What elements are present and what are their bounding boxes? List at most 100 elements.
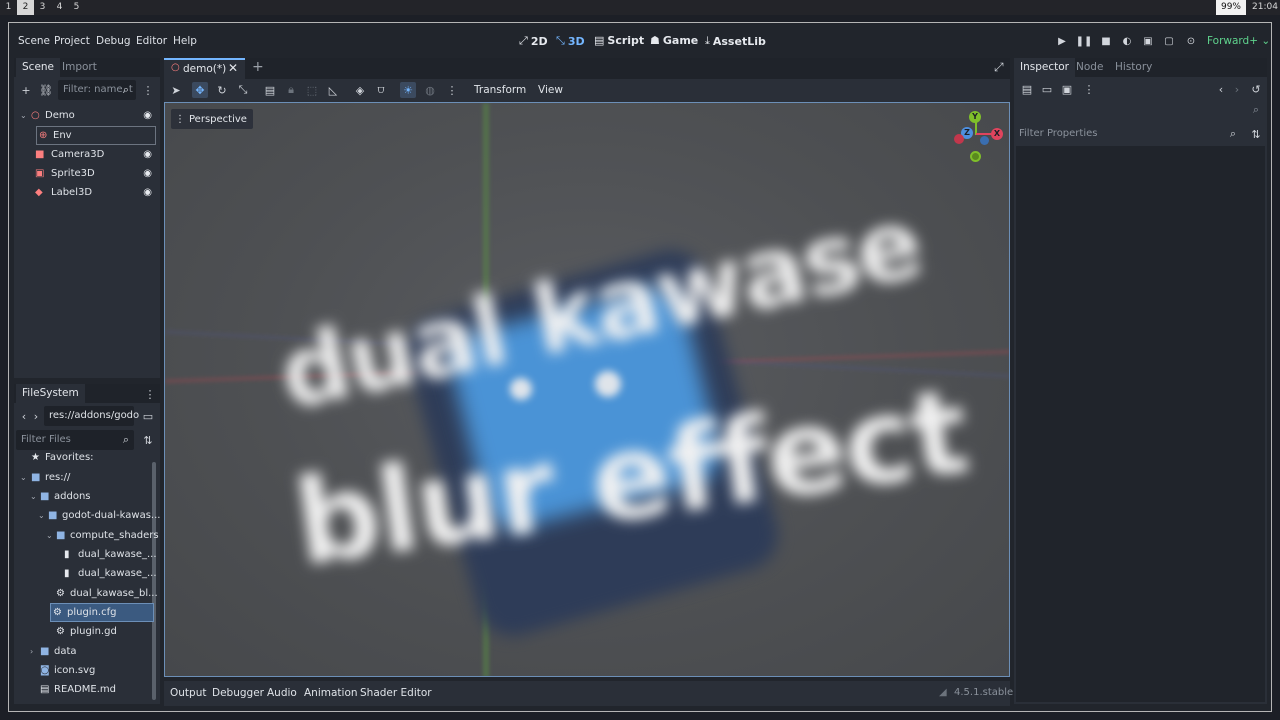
movie-maker-icon[interactable]: ⊙ [1184,34,1198,48]
fs-item-dual-kawase-blur[interactable]: ⚙ dual_kawase_bl... [18,584,158,603]
tab-output[interactable]: Output [170,687,206,699]
sort-icon[interactable]: ⇅ [140,432,156,448]
history-back-icon[interactable]: ‹ [1213,81,1229,97]
workspace-3d-button[interactable]: ⤡ 3D [556,34,585,48]
scene-node-sprite3d[interactable]: ▣ Sprite3D ◉ [18,164,156,183]
tab-animation[interactable]: Animation [304,687,358,699]
fs-item-readme[interactable]: ▤ README.md [18,680,156,699]
new-resource-icon[interactable]: ▤ [1019,81,1035,97]
scene-tab-demo[interactable]: ○ demo(*) ✕ [164,58,245,79]
workspace-3[interactable]: 3 [34,0,51,15]
remote-debug-icon[interactable]: ◐ [1120,34,1134,48]
instance-scene-icon[interactable]: ⛓ [38,82,54,98]
add-scene-tab-icon[interactable]: + [252,59,264,75]
fs-item-compute-shaders[interactable]: ⌄ ■ compute_shaders [18,526,159,545]
inspector-sort-icon[interactable]: ⇅ [1248,126,1264,142]
distraction-free-icon[interactable]: ⤢ [994,60,1004,75]
menu-project[interactable]: Project [54,35,90,47]
stop-icon[interactable]: ■ [1099,34,1113,48]
inspector-filter-input[interactable]: Filter Properties [1014,124,1243,144]
tab-debugger[interactable]: Debugger [212,687,264,699]
move-tool-icon[interactable]: ✥ [192,82,208,98]
fs-item-plugin-cfg[interactable]: ⚙ plugin.cfg [50,603,154,622]
history-forward-icon[interactable]: › [1229,81,1245,97]
fs-item-addons[interactable]: ⌄ ■ addons [18,487,156,506]
visibility-eye-icon[interactable]: ◉ [143,187,152,198]
workspace-5[interactable]: 5 [68,0,85,15]
load-resource-icon[interactable]: ▭ [1039,81,1055,97]
menu-scene[interactable]: Scene [18,35,50,47]
fs-item-data[interactable]: › ■ data [18,642,156,661]
workspace-4[interactable]: 4 [51,0,68,15]
workspace-script-button[interactable]: ▤ Script [594,34,644,47]
filesystem-filter-input[interactable]: Filter Files [16,430,134,450]
lock-icon[interactable]: 🔒︎ [283,82,299,98]
fs-item-favorites[interactable]: ★ Favorites: [18,448,156,467]
play-icon[interactable]: ▶ [1055,34,1069,48]
tab-filesystem[interactable]: FileSystem [16,384,85,403]
tab-audio[interactable]: Audio [267,687,297,699]
tab-node[interactable]: Node [1070,58,1109,77]
menu-editor[interactable]: Editor [136,35,167,47]
fs-item-godot-dual-kawase[interactable]: ⌄ ■ godot-dual-kawas... [18,506,160,525]
workspace-2[interactable]: 2 [17,0,34,15]
pause-icon[interactable]: ❚❚ [1076,34,1093,48]
forward-arrow-icon[interactable]: › [28,408,44,424]
workspace-2d-button[interactable]: ⤢ 2D [519,34,548,48]
select-tool-icon[interactable]: ➤ [168,82,184,98]
scene-menu-icon[interactable]: ⋮ [140,82,156,98]
scene-node-demo[interactable]: ⌄ ○ Demo ◉ [18,106,156,125]
view-menu[interactable]: View [538,84,563,96]
gizmo-neg-x-handle[interactable] [954,134,964,144]
menu-debug[interactable]: Debug [96,35,131,47]
toggle-split-icon[interactable]: ▭ [140,408,156,424]
3d-viewport[interactable]: dual kawase blur effect ⋮ Perspective Y … [164,102,1010,677]
tab-history[interactable]: History [1109,58,1158,77]
scene-node-env[interactable]: ⊕ Env [36,126,156,145]
fs-item-dual-kawase-1[interactable]: ▮ dual_kawase_... [18,545,157,564]
gizmo-neg-y-handle[interactable] [970,151,981,162]
object-docs-icon[interactable]: ⌕ [1248,102,1264,118]
scale-tool-icon[interactable]: ⤡ [235,82,251,98]
rotate-tool-icon[interactable]: ↻ [214,82,230,98]
tab-shader-editor[interactable]: Shader Editor [360,687,432,699]
update-spinner-icon[interactable]: ◢ [939,687,947,698]
selectable-list-icon[interactable]: ▤ [262,82,278,98]
visibility-eye-icon[interactable]: ◉ [143,168,152,179]
fs-item-icon-svg[interactable]: ◙ icon.svg [18,661,156,680]
workspace-game-button[interactable]: ☗ Game [650,34,698,47]
local-space-icon[interactable]: ◈ [352,82,368,98]
menu-help[interactable]: Help [173,35,197,47]
version-label[interactable]: 4.5.1.stable [954,687,1013,698]
gizmo-y-handle[interactable]: Y [969,111,981,123]
play-custom-scene-icon[interactable]: ▢ [1162,34,1176,48]
gizmo-neg-z-handle[interactable] [980,136,989,145]
workspace-1[interactable]: 1 [0,0,17,15]
snap-icon[interactable]: ⩌ [373,82,389,98]
inspector-menu-icon[interactable]: ⋮ [1081,81,1097,97]
tab-inspector[interactable]: Inspector [1014,58,1075,77]
environment-preview-icon[interactable]: ◍ [422,82,438,98]
transform-menu[interactable]: Transform [474,84,526,96]
tab-import[interactable]: Import [56,58,103,77]
tab-scene[interactable]: Scene [16,58,61,77]
recent-history-icon[interactable]: ↺ [1248,81,1264,97]
group-icon[interactable]: ⬚ [304,82,320,98]
perspective-menu[interactable]: ⋮ Perspective [171,109,253,129]
toolbar-menu-icon[interactable]: ⋮ [444,82,460,98]
fs-item-res[interactable]: ⌄ ■ res:// [18,468,156,487]
scene-node-camera3d[interactable]: ■ Camera3D ◉ [18,145,156,164]
visibility-eye-icon[interactable]: ◉ [143,110,152,121]
play-scene-icon[interactable]: ▣ [1141,34,1155,48]
renderer-selector[interactable]: Forward+ ⌄ [1207,35,1270,47]
ruler-icon[interactable]: ◺ [325,82,341,98]
scene-node-label3d[interactable]: ◆ Label3D ◉ [18,183,156,202]
close-icon[interactable]: ✕ [228,61,238,75]
sun-preview-icon[interactable]: ☀ [400,82,416,98]
gizmo-x-handle[interactable]: X [991,128,1003,140]
view-orientation-gizmo[interactable]: Y X Z [953,111,1009,169]
fs-item-dual-kawase-2[interactable]: ▮ dual_kawase_... [18,564,157,583]
visibility-eye-icon[interactable]: ◉ [143,149,152,160]
filesystem-menu-icon[interactable]: ⋮ [142,386,158,402]
add-node-icon[interactable]: + [18,82,34,98]
